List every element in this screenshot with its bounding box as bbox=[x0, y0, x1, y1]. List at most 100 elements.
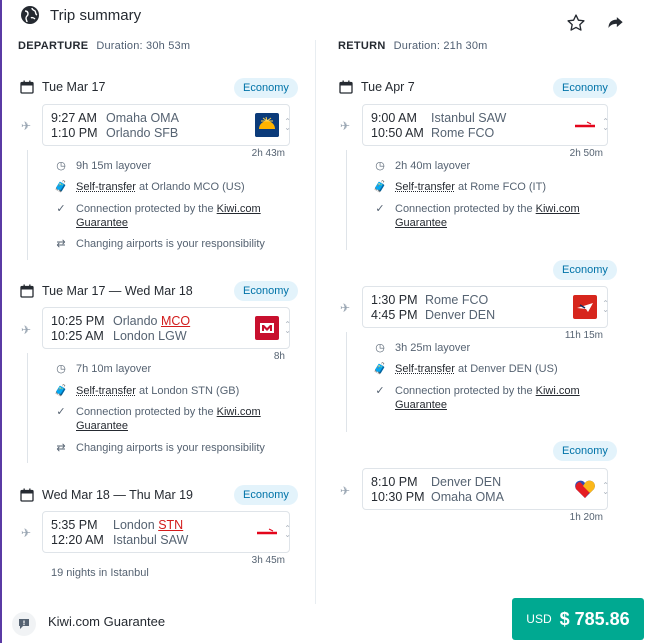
share-icon[interactable] bbox=[605, 12, 627, 34]
chevron-updown-icon: ⌃ ⌄ bbox=[284, 117, 291, 132]
guarantee-row: ✓ Connection protected by the Kiwi.com Gu… bbox=[373, 202, 580, 230]
airline-logo-norse-icon bbox=[255, 316, 279, 340]
airline-logo-pegasus-icon bbox=[573, 113, 597, 137]
guarantee-link[interactable]: Guarantee bbox=[76, 420, 128, 432]
guarantee-link[interactable]: Guarantee bbox=[395, 217, 447, 229]
plane-icon: ✈ bbox=[340, 119, 351, 133]
departure-time: 10:25 PM bbox=[51, 314, 105, 328]
return-header: RETURN Duration: 21h 30m bbox=[338, 40, 618, 52]
trip-summary-panel: Trip summary DEPARTURE Duration: 30h 53m… bbox=[0, 0, 649, 643]
departure-header: DEPARTURE Duration: 30h 53m bbox=[18, 40, 298, 52]
departure-place: Istanbul SAW bbox=[431, 111, 507, 125]
check-icon: ✓ bbox=[56, 203, 66, 215]
arrival-time: 12:20 AM bbox=[51, 533, 104, 547]
departure-duration: Duration: 30h 53m bbox=[96, 40, 191, 52]
flight-segment[interactable]: 1:30 PM 4:45 PM Rome FCO Denver DEN ⌃ ⌄ 1… bbox=[362, 286, 609, 341]
guarantee-row: ✓ Connection protected by the Kiwi.com Gu… bbox=[54, 202, 261, 230]
self-transfer-link[interactable]: Self-transfer bbox=[76, 385, 136, 397]
comment-icon[interactable] bbox=[12, 612, 36, 636]
timeline-line bbox=[27, 150, 28, 260]
self-transfer-row: 🧳 Self-transfer at Orlando MCO (US) bbox=[54, 181, 245, 193]
self-transfer-link[interactable]: Self-transfer bbox=[395, 181, 455, 193]
currency-label: USD bbox=[526, 612, 552, 626]
cabin-badge: Economy bbox=[234, 281, 298, 301]
flight-duration: 1h 20m bbox=[569, 512, 603, 523]
star-icon[interactable] bbox=[565, 12, 587, 34]
clock-icon: ◷ bbox=[375, 160, 385, 172]
globe-icon bbox=[21, 6, 39, 24]
price-button[interactable]: USD $ 785.86 bbox=[512, 598, 644, 640]
departure-place: Omaha OMA bbox=[106, 111, 179, 125]
airline-logo-heart-icon bbox=[573, 477, 597, 501]
nights-stay: 19 nights in Istanbul bbox=[51, 567, 149, 579]
departure-label: DEPARTURE bbox=[18, 40, 89, 52]
arrival-place: Rome FCO bbox=[431, 126, 495, 140]
departure-place: Denver DEN bbox=[431, 475, 502, 489]
timeline-line bbox=[27, 353, 28, 463]
leg-date: Tue Mar 17 bbox=[20, 80, 105, 94]
self-transfer-icon: 🧳 bbox=[373, 181, 387, 193]
kiwi-link[interactable]: Kiwi.com bbox=[536, 385, 580, 397]
self-transfer-row: 🧳 Self-transfer at London STN (GB) bbox=[54, 385, 240, 397]
flight-duration: 11h 15m bbox=[564, 330, 603, 341]
leg-date-text: Tue Mar 17 bbox=[42, 80, 106, 94]
cabin-badge: Economy bbox=[553, 260, 617, 280]
self-transfer-row: 🧳 Self-transfer at Rome FCO (IT) bbox=[373, 181, 546, 193]
return-duration: Duration: 21h 30m bbox=[393, 40, 488, 52]
self-transfer-row: 🧳 Self-transfer at Denver DEN (US) bbox=[373, 363, 558, 375]
self-transfer-link[interactable]: Self-transfer bbox=[395, 363, 455, 375]
departure-time: 9:27 AM bbox=[51, 111, 97, 125]
kiwi-link[interactable]: Kiwi.com bbox=[536, 203, 580, 215]
calendar-icon bbox=[20, 284, 34, 298]
cabin-badge: Economy bbox=[234, 485, 298, 505]
plane-icon: ✈ bbox=[340, 484, 351, 498]
flight-segment[interactable]: 10:25 PM 10:25 AM Orlando MCO London LGW… bbox=[42, 307, 291, 362]
departure-city: London bbox=[113, 518, 155, 532]
plane-icon: ✈ bbox=[21, 323, 32, 337]
plane-icon: ✈ bbox=[21, 526, 32, 540]
check-icon: ✓ bbox=[375, 203, 385, 215]
departure-city: Orlando bbox=[113, 314, 158, 328]
chevron-updown-icon: ⌃ ⌄ bbox=[602, 481, 609, 496]
kiwi-link[interactable]: Kiwi.com bbox=[217, 203, 261, 215]
arrival-time: 10:30 PM bbox=[371, 490, 425, 504]
price-amount: $ 785.86 bbox=[559, 608, 630, 629]
check-icon: ✓ bbox=[375, 385, 385, 397]
leg-date-text: Wed Mar 18 — Thu Mar 19 bbox=[42, 488, 193, 502]
cabin-badge: Economy bbox=[553, 441, 617, 461]
kiwi-link[interactable]: Kiwi.com bbox=[217, 406, 261, 418]
self-transfer-icon: 🧳 bbox=[373, 363, 387, 375]
arrival-time: 10:50 AM bbox=[371, 126, 424, 140]
layover-time: ◷ 7h 10m layover bbox=[54, 362, 151, 376]
timeline-line bbox=[346, 332, 347, 432]
check-icon: ✓ bbox=[56, 406, 66, 418]
departure-time: 5:35 PM bbox=[51, 518, 98, 532]
self-transfer-link[interactable]: Self-transfer bbox=[76, 181, 136, 193]
flight-segment[interactable]: 5:35 PM 12:20 AM London STN Istanbul SAW… bbox=[42, 511, 291, 566]
guarantee-link[interactable]: Guarantee bbox=[76, 217, 128, 229]
arrival-place: Omaha OMA bbox=[431, 490, 504, 504]
flight-segment[interactable]: 9:00 AM 10:50 AM Istanbul SAW Rome FCO ⌃… bbox=[362, 104, 609, 159]
guarantee-row: ✓ Connection protected by the Kiwi.com Gu… bbox=[373, 384, 580, 412]
header: Trip summary bbox=[20, 4, 141, 26]
departure-code-warning: MCO bbox=[160, 314, 191, 328]
guarantee-label: Kiwi.com Guarantee bbox=[48, 614, 166, 629]
changing-airports-row: ⇄ Changing airports is your responsibili… bbox=[54, 237, 265, 251]
flight-segment[interactable]: 8:10 PM 10:30 PM Denver DEN Omaha OMA ⌃ ⌄… bbox=[362, 468, 609, 523]
guarantee-link[interactable]: Guarantee bbox=[395, 399, 447, 411]
arrival-place: Denver DEN bbox=[425, 308, 496, 322]
leg-date-text: Tue Apr 7 bbox=[361, 80, 415, 94]
swap-icon: ⇄ bbox=[56, 442, 66, 454]
flight-segment[interactable]: 9:27 AM 1:10 PM Omaha OMA Orlando SFB ⌃ ⌄… bbox=[42, 104, 291, 159]
chevron-updown-icon: ⌃ ⌄ bbox=[284, 320, 291, 335]
layover-time: ◷ 3h 25m layover bbox=[373, 341, 470, 355]
flight-duration: 2h 50m bbox=[569, 148, 603, 159]
flight-duration: 2h 43m bbox=[251, 148, 285, 159]
leg-date-text: Tue Mar 17 — Wed Mar 18 bbox=[42, 284, 193, 298]
arrival-time: 10:25 AM bbox=[51, 329, 104, 343]
airline-logo-sun-icon bbox=[255, 113, 279, 137]
plane-icon: ✈ bbox=[340, 301, 351, 315]
departure-time: 9:00 AM bbox=[371, 111, 417, 125]
cabin-badge: Economy bbox=[553, 78, 617, 98]
calendar-icon bbox=[339, 80, 353, 94]
